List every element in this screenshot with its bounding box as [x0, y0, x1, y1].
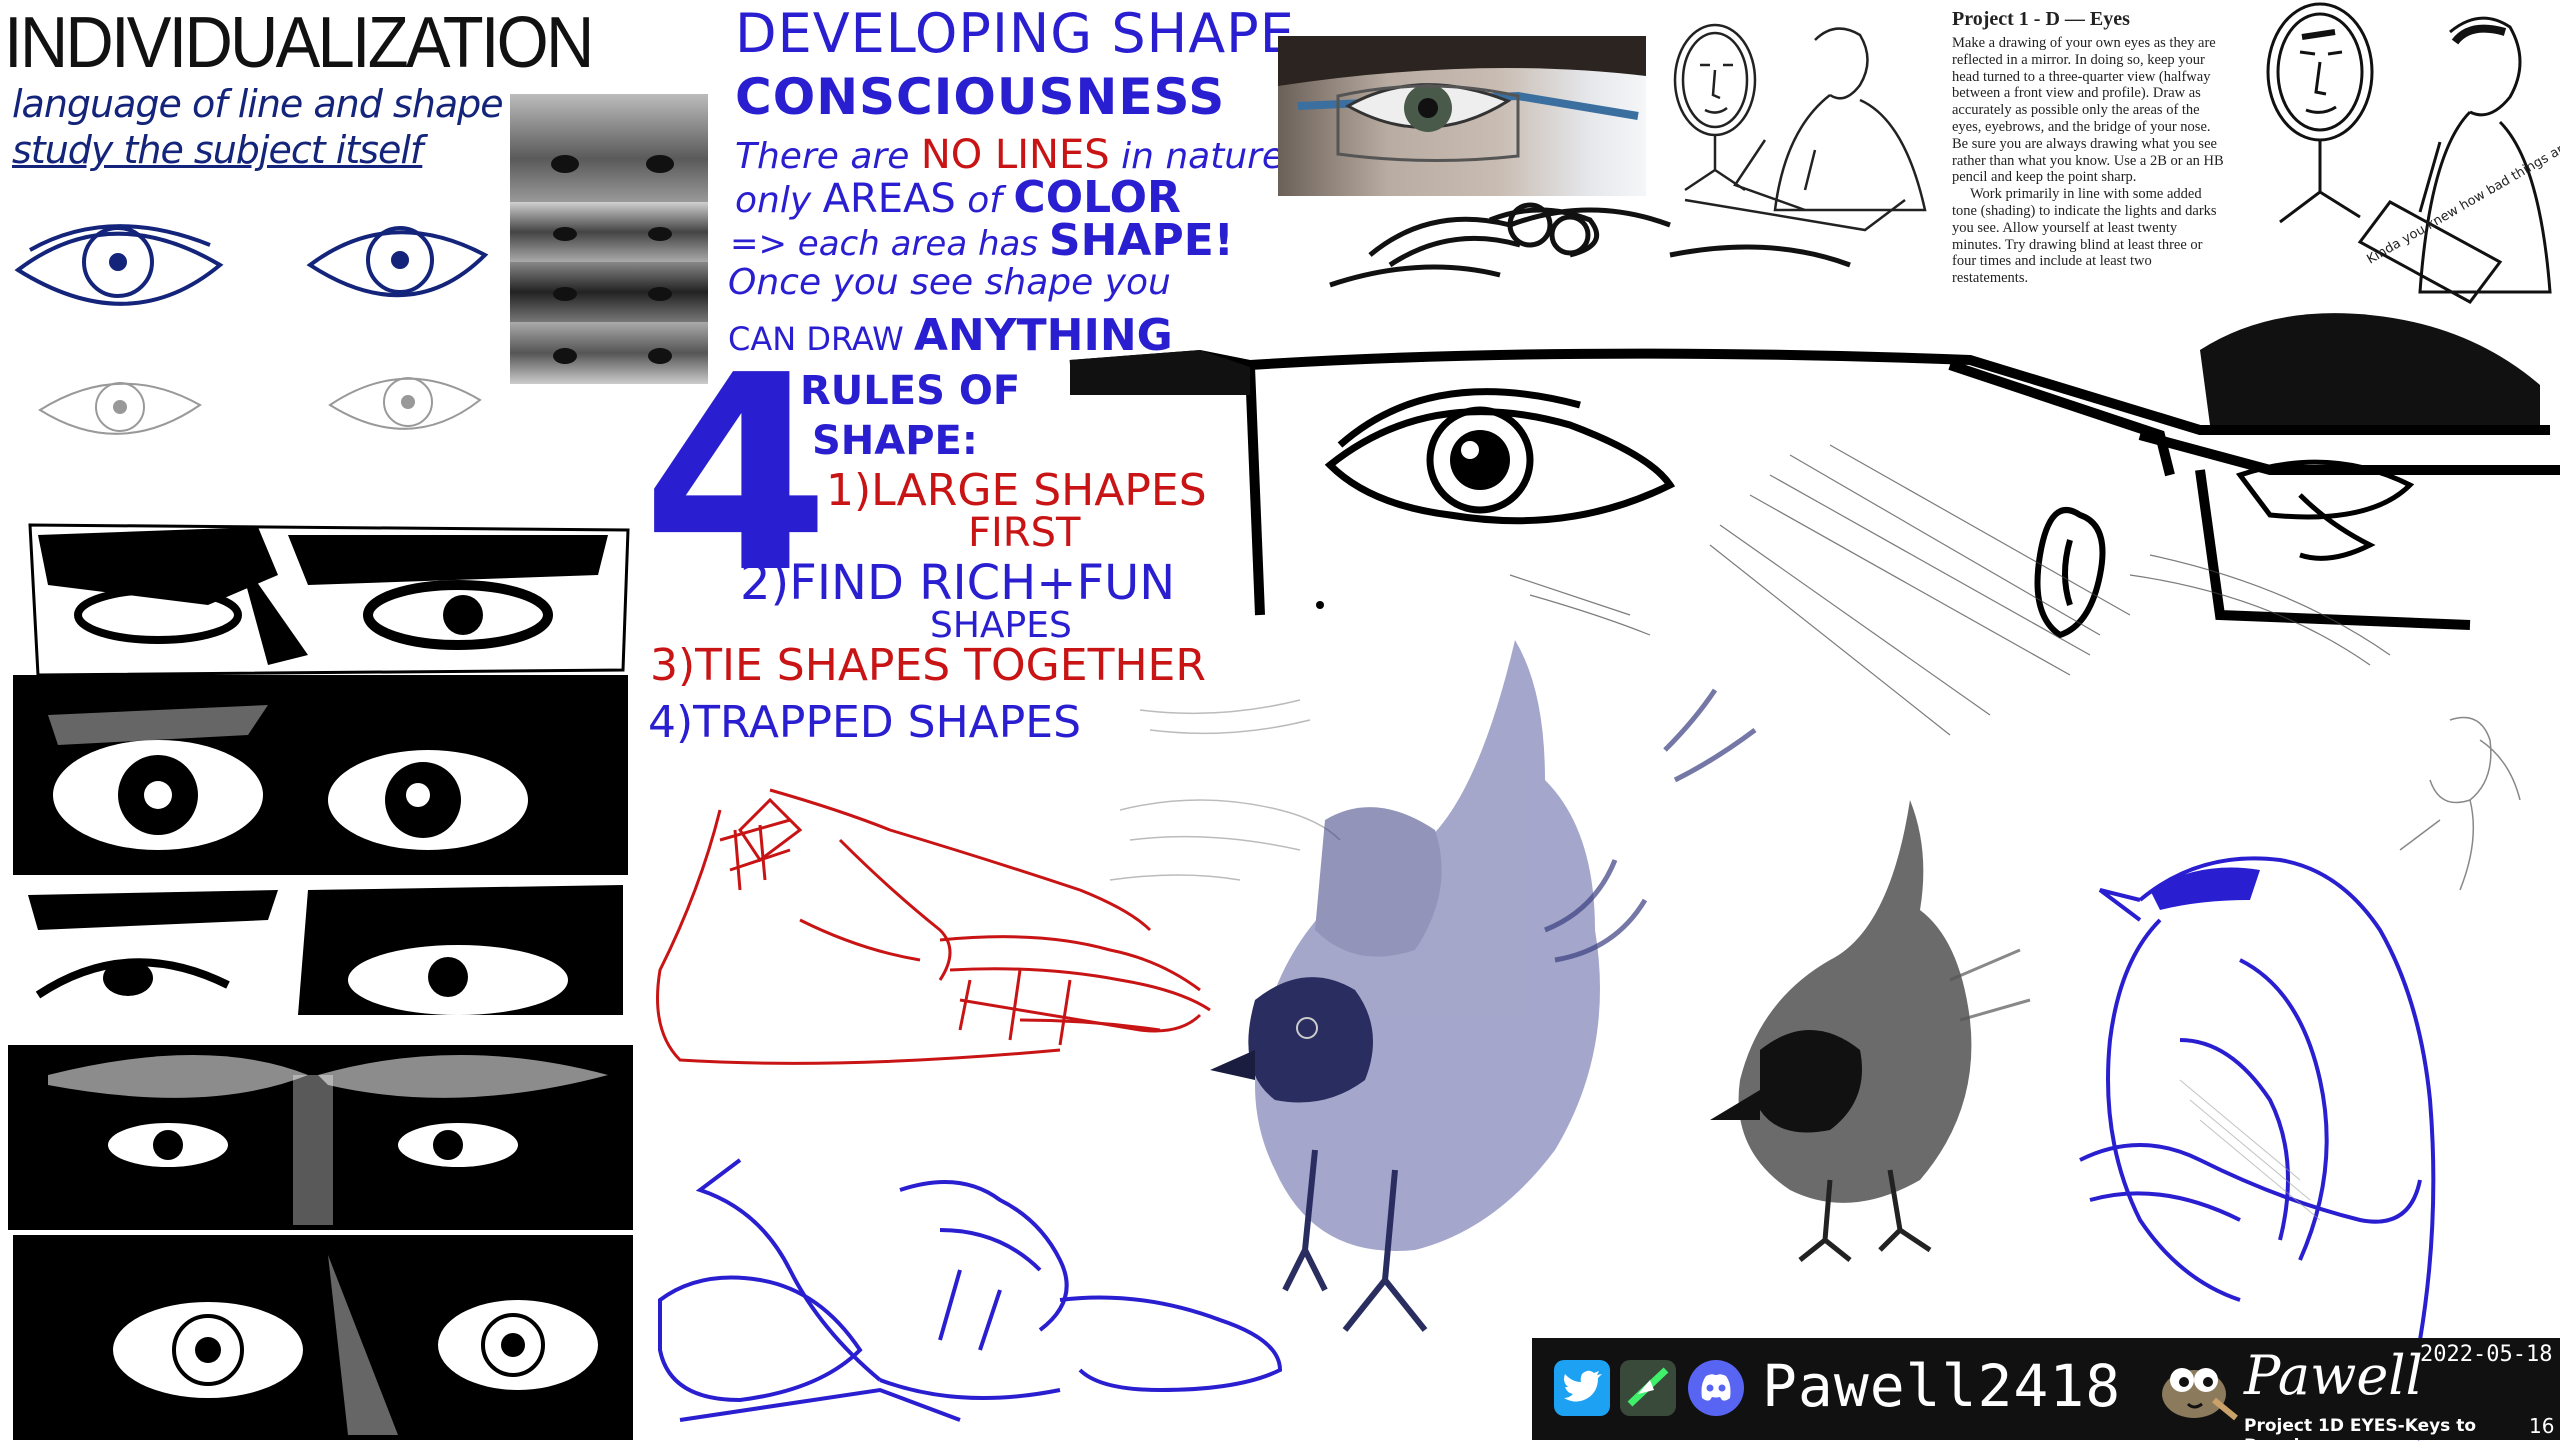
page-number: 16 [2529, 1414, 2554, 1438]
ink-study-5 [13, 1235, 633, 1440]
username[interactable]: Pawell2418 [1762, 1352, 2121, 1420]
eye-diagram-1 [18, 226, 220, 304]
eye-diagram-2 [310, 228, 485, 295]
faint-figure-sketch [2380, 700, 2540, 900]
hair-strokes [1330, 205, 1850, 285]
pawell-app-icon[interactable] [1620, 1360, 1676, 1416]
rule-4: 4)TRAPPED SHAPES [648, 697, 1081, 748]
shape-heading-1: DEVELOPING SHAPE [735, 2, 1295, 65]
project-paragraph-1: Make a drawing of your own eyes as they … [1952, 35, 2224, 186]
gimp-icon [2154, 1350, 2238, 1426]
bird-watercolor-navy [1195, 630, 1785, 1410]
self-portrait-photo [1278, 36, 1646, 196]
eye-diagrams [10, 210, 500, 460]
eye-diagram-3 [40, 383, 200, 434]
individualization-title: INDIVIDUALIZATION [4, 2, 592, 84]
ink-study-3 [13, 885, 628, 1015]
ink-eye-studies [8, 515, 638, 1440]
rule-1-line-2: FIRST [968, 510, 1080, 556]
note-line-study: study the subject itself [12, 128, 422, 172]
note-line-language: language of line and shape [12, 82, 503, 126]
project-caption: Project 1D EYES-Keys to Drawing [2244, 1416, 2560, 1456]
ink-study-4 [8, 1045, 633, 1230]
eye-diagram-4 [330, 378, 480, 429]
shape-heading-2: CONSCIOUSNESS [735, 68, 1225, 126]
rules-title-2: SHAPE: [812, 418, 978, 464]
project-title: Project 1 - D — Eyes [1952, 8, 2224, 31]
footer-banner: Pawell2418 Pawell 2022-05-18 Project 1D … [1532, 1338, 2560, 1440]
drawn-ear [2038, 510, 2103, 635]
twitter-icon[interactable] [1554, 1360, 1610, 1416]
rules-title-1: RULES OF [800, 368, 1020, 414]
signature: Pawell [2244, 1344, 2423, 1407]
discord-icon[interactable] [1688, 1360, 1744, 1416]
ink-study-1 [30, 525, 628, 675]
bird-ink-gray [1700, 790, 2040, 1260]
ink-study-2 [13, 675, 628, 875]
date-stamp: 2022-05-18 [2420, 1342, 2552, 1367]
